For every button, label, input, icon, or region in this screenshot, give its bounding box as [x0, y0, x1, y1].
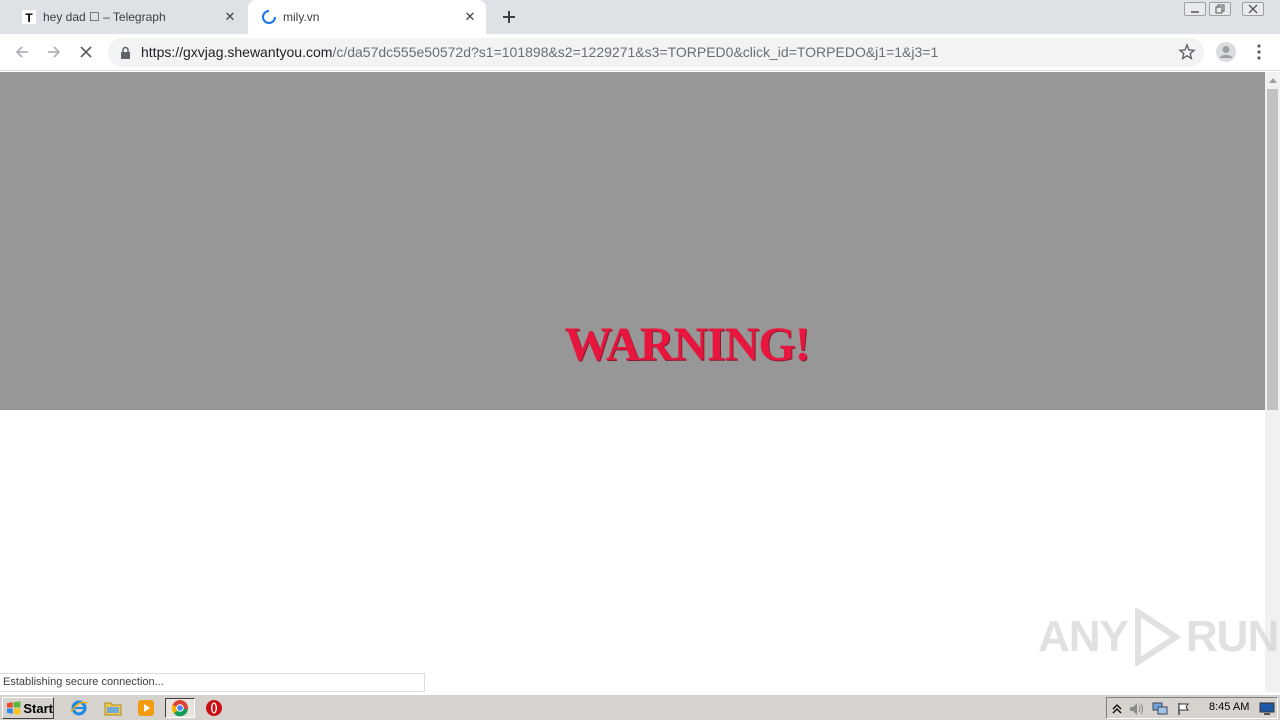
scroll-up-arrow-icon[interactable]	[1265, 72, 1280, 88]
loading-spinner-icon	[261, 9, 277, 25]
status-bubble: Establishing secure connection...	[0, 673, 425, 692]
vertical-scrollbar[interactable]	[1265, 72, 1280, 692]
flag-icon[interactable]	[1176, 701, 1192, 717]
close-window-button[interactable]	[1242, 2, 1264, 16]
tab-title: mily.vn	[283, 10, 320, 24]
minimize-icon	[1191, 11, 1199, 13]
scrollbar-thumb[interactable]	[1267, 89, 1278, 410]
watermark-left: ANY	[1038, 612, 1129, 661]
windows-logo-icon	[6, 701, 21, 715]
tab-mily[interactable]: mily.vn ✕	[248, 0, 486, 34]
back-button[interactable]	[10, 40, 34, 64]
play-logo-icon	[1134, 608, 1182, 666]
browser-toolbar: https://gxvjag.shewantyou.com/c/da57dc55…	[0, 34, 1280, 71]
profile-button[interactable]	[1214, 40, 1238, 64]
warning-heading: WARNING!	[564, 318, 810, 371]
start-button[interactable]: Start	[2, 697, 54, 719]
system-tray: 8:45 AM	[1106, 697, 1278, 719]
restore-button[interactable]	[1209, 2, 1231, 16]
avatar-icon	[1216, 42, 1236, 62]
restore-icon	[1215, 4, 1225, 14]
close-icon	[1248, 4, 1258, 14]
address-bar[interactable]: https://gxvjag.shewantyou.com/c/da57dc55…	[108, 38, 1204, 67]
network-icon[interactable]	[1152, 701, 1168, 717]
start-label: Start	[23, 700, 53, 716]
arrow-right-icon	[48, 46, 61, 58]
arrow-left-icon	[15, 46, 28, 58]
minimize-button[interactable]	[1184, 2, 1206, 16]
stop-button[interactable]	[74, 40, 98, 64]
lock-icon[interactable]	[120, 45, 131, 64]
clock: 8:45 AM	[1209, 701, 1250, 713]
menu-button[interactable]	[1247, 40, 1271, 64]
internet-explorer-icon[interactable]	[68, 698, 90, 718]
opera-icon[interactable]	[203, 698, 225, 718]
close-tab-icon[interactable]: ✕	[222, 9, 238, 25]
anyrun-watermark: ANY RUN	[1038, 608, 1279, 666]
close-tab-icon[interactable]: ✕	[462, 9, 478, 25]
kebab-menu-icon	[1257, 44, 1261, 60]
star-icon[interactable]	[1178, 43, 1196, 65]
monitor-icon[interactable]	[1259, 701, 1275, 717]
folder-icon[interactable]	[102, 698, 124, 718]
chevron-up-icon[interactable]	[1109, 701, 1125, 717]
media-player-icon[interactable]	[135, 698, 157, 718]
close-icon	[80, 46, 92, 58]
svg-text:T: T	[25, 11, 33, 25]
page-banner: WARNING!	[0, 72, 1265, 410]
url-path: /c/da57dc555e50572d?s1=101898&s2=1229271…	[332, 44, 939, 60]
tab-telegraph[interactable]: T hey dad ☐ – Telegraph ✕	[8, 0, 246, 34]
telegraph-t-icon: T	[21, 9, 37, 25]
forward-button[interactable]	[42, 40, 66, 64]
tab-strip: T hey dad ☐ – Telegraph ✕ mily.vn ✕	[0, 0, 1280, 34]
chrome-icon[interactable]	[165, 698, 195, 718]
watermark-right: RUN	[1185, 612, 1279, 661]
url-host: https://gxvjag.shewantyou.com	[141, 44, 333, 60]
new-tab-button[interactable]	[498, 6, 520, 28]
url-text: https://gxvjag.shewantyou.com/c/da57dc55…	[141, 44, 938, 60]
plus-icon	[503, 11, 515, 23]
taskbar: Start 8:45 AM	[0, 694, 1280, 720]
tab-title: hey dad ☐ – Telegraph	[43, 10, 166, 24]
speaker-icon[interactable]	[1129, 701, 1145, 717]
page-content: WARNING!	[0, 72, 1265, 692]
